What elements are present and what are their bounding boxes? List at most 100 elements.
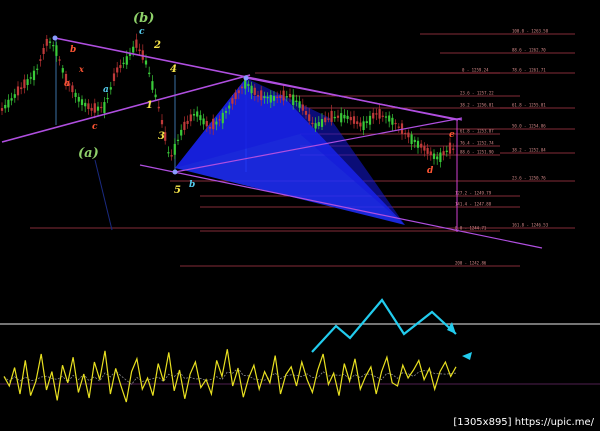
candle-body (154, 94, 157, 98)
candle-body (362, 121, 365, 131)
candle-body (173, 143, 176, 155)
fib-level-label: 0 - 1259.24 (462, 68, 489, 73)
wave-label: e (449, 130, 455, 140)
wave-label: 4 (170, 64, 177, 75)
candle-body (167, 152, 170, 154)
candle-body (112, 73, 116, 82)
candle-body (295, 100, 298, 102)
wave-label: 2 (153, 40, 161, 51)
candle-body (138, 49, 141, 52)
candle-body (48, 41, 52, 43)
candle-body (52, 45, 55, 47)
candle-body (276, 96, 279, 98)
candle-body (218, 119, 221, 121)
fib-level-label: 78.6 - 1261.71 (512, 68, 546, 73)
candle-body (256, 95, 260, 97)
fib-level-label: 50.0 - 1254.86 (512, 124, 546, 129)
candle-body (404, 132, 407, 135)
candle-body (189, 114, 192, 122)
candle-body (269, 95, 272, 103)
candle-body (87, 103, 90, 110)
candle-body (36, 68, 39, 70)
fib-level-label: 141.4 - 1247.88 (455, 202, 492, 207)
candle-body (20, 87, 23, 90)
candle-body (103, 102, 106, 114)
candle-body (160, 120, 164, 125)
candle-body (144, 60, 148, 65)
candle-body (122, 62, 125, 64)
candle-body (288, 94, 292, 98)
candle-body (394, 122, 397, 125)
candle-body (215, 121, 218, 125)
candle-body (74, 92, 77, 97)
wave-label: a (103, 85, 109, 95)
chart-screenshot: 100.0 - 1263.58 88.6 - 1262.70 78.6 - 1261… (0, 0, 600, 431)
candle-body (58, 59, 61, 61)
candle-body (240, 86, 244, 89)
candle-body (378, 109, 381, 119)
wave-label: (b) (133, 11, 154, 26)
candle-body (410, 134, 413, 144)
candle-body (359, 122, 362, 127)
candle-body (429, 151, 432, 156)
wave-label: 3 (158, 131, 165, 142)
candle-body (26, 79, 29, 86)
candle-body (266, 96, 269, 99)
wave-label: b (189, 180, 195, 190)
candle-body (4, 104, 7, 109)
candle-body (196, 111, 199, 117)
candle-body (356, 121, 359, 124)
wave-label: d (427, 166, 434, 176)
candle-body (0, 108, 4, 111)
candle-body (420, 143, 423, 148)
fib-level-label: 0.0 - 1244.71 (455, 226, 487, 231)
candle-body (119, 65, 122, 68)
candle-body (224, 111, 228, 113)
candle-body (336, 115, 340, 118)
candle-body (16, 86, 20, 96)
wave-label: 5 (174, 185, 181, 196)
candle-body (180, 129, 183, 136)
fib-level-label: 161.8 - 1246.53 (512, 223, 549, 228)
candle-body (423, 146, 426, 151)
candle-body (298, 101, 301, 108)
candle-body (442, 151, 445, 155)
candle-body (436, 156, 439, 160)
candle-body (439, 152, 442, 163)
candle-body (301, 104, 304, 111)
candle-body (349, 116, 352, 121)
candle-body (292, 94, 295, 106)
candle-body (96, 106, 100, 111)
wave-label: (a) (78, 146, 99, 161)
candle-body (7, 99, 10, 108)
candle-body (208, 126, 212, 129)
candle-body (186, 120, 189, 124)
candle-body (77, 96, 80, 102)
fib-level-label: 100.0 - 1263.58 (512, 29, 549, 34)
fib-level-label: 38.2 - 1252.84 (512, 148, 546, 153)
candle-body (365, 121, 368, 123)
candle-body (343, 114, 346, 119)
candle-body (10, 98, 13, 101)
candle-body (426, 147, 429, 154)
pivot-dot (243, 75, 249, 81)
candle-body (352, 116, 356, 124)
candle-body (320, 119, 324, 127)
candle-body (13, 94, 16, 98)
fib-level-label: 88.6 - 1251.90 (460, 150, 494, 155)
wave-label: c (92, 122, 98, 132)
candle-body (45, 38, 48, 46)
candle-body (346, 115, 349, 119)
candle-body (109, 87, 112, 90)
candle-body (71, 85, 74, 93)
candle-body (157, 106, 160, 109)
candle-body (106, 97, 109, 100)
wave-label: b (70, 45, 76, 55)
fib-level-label: 127.2 - 1249.79 (455, 191, 492, 196)
candle-body (372, 112, 375, 119)
candle-body (212, 118, 215, 130)
candle-body (237, 90, 240, 94)
fib-level-label: 200 - 1242.86 (455, 261, 487, 266)
candle-body (199, 115, 202, 121)
candle-body (135, 39, 138, 48)
